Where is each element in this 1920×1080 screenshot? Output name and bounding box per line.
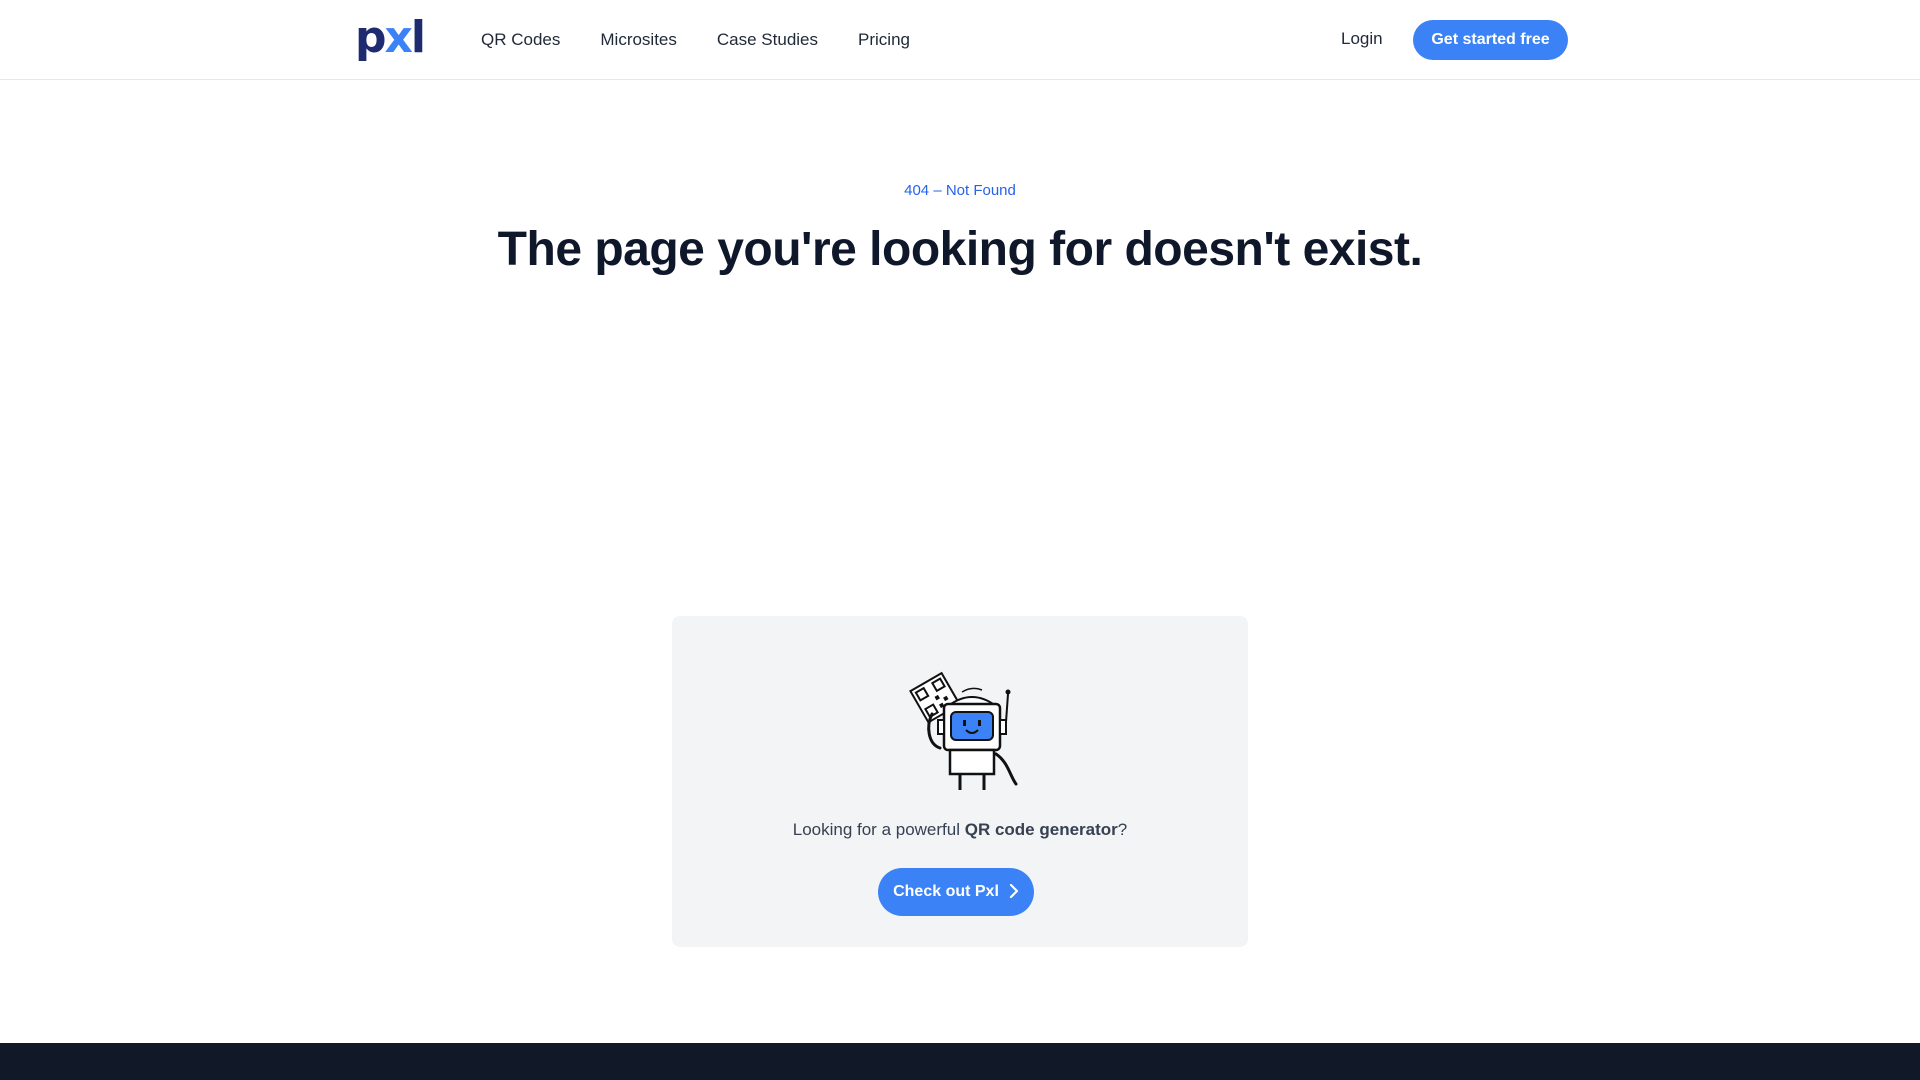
nav-item-microsites[interactable]: Microsites xyxy=(600,30,677,50)
chevron-right-icon xyxy=(1009,883,1019,901)
logo-letter-l: l xyxy=(410,12,426,63)
page-title: The page you're looking for doesn't exis… xyxy=(497,223,1423,276)
get-started-button[interactable]: Get started free xyxy=(1413,20,1568,60)
promo-text-bold: QR code generator xyxy=(964,820,1118,839)
site-header: pxl QR Codes Microsites Case Studies Pri… xyxy=(0,0,1920,80)
logo-letter-p: p xyxy=(355,12,386,63)
logo-letter-x: x xyxy=(384,12,413,63)
promo-text-suffix: ? xyxy=(1117,820,1128,839)
main-nav: QR Codes Microsites Case Studies Pricing xyxy=(481,0,910,80)
check-out-pxl-label: Check out Pxl xyxy=(893,883,999,900)
promo-card: Looking for a powerful QR code generator… xyxy=(672,616,1248,947)
nav-item-case-studies[interactable]: Case Studies xyxy=(717,30,818,50)
robot-illustration xyxy=(909,671,1018,790)
site-footer xyxy=(0,1043,1920,1080)
promo-text-prefix: Looking for a powerful xyxy=(792,820,965,839)
login-link[interactable]: Login xyxy=(1341,29,1383,49)
check-out-pxl-button[interactable]: Check out Pxl xyxy=(878,868,1034,916)
nav-item-pricing[interactable]: Pricing xyxy=(858,30,910,50)
promo-text: Looking for a powerful QR code generator… xyxy=(672,820,1248,840)
nav-item-qr-codes[interactable]: QR Codes xyxy=(481,30,560,50)
pxl-logo[interactable]: pxl xyxy=(355,12,426,63)
error-code-label: 404 – Not Found xyxy=(904,182,1016,199)
